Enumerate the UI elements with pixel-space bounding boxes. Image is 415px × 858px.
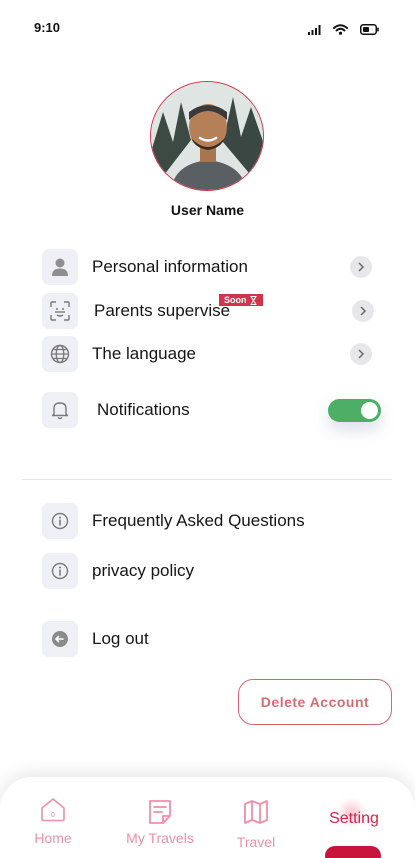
status-icons <box>308 24 379 35</box>
soon-badge: Soon <box>219 294 263 306</box>
menu-item-personal-information[interactable]: Personal information <box>42 249 378 285</box>
avatar[interactable] <box>150 81 264 191</box>
chevron-right-icon <box>350 343 372 365</box>
menu-item-parents-supervise[interactable]: Parents supervise <box>42 293 378 329</box>
user-icon-box <box>42 249 78 285</box>
chevron-right-icon <box>350 256 372 278</box>
face-scan-icon-box <box>42 293 78 329</box>
logout-icon <box>52 631 68 647</box>
user-icon <box>52 258 68 276</box>
soon-badge-label: Soon <box>224 295 247 305</box>
menu-item-faq[interactable]: Frequently Asked Questions <box>42 503 378 539</box>
info-icon-box <box>42 553 78 589</box>
notifications-toggle[interactable] <box>328 399 381 422</box>
divider <box>22 479 392 480</box>
status-bar: 9:10 <box>0 0 415 50</box>
nav-item-home[interactable]: 0 Home <box>31 797 75 846</box>
toggle-knob <box>361 402 378 419</box>
wifi-icon <box>333 24 348 35</box>
map-icon <box>244 800 268 824</box>
status-time: 9:10 <box>34 20 61 35</box>
menu-item-log-out[interactable]: Log out <box>42 621 378 657</box>
active-tab-indicator <box>325 846 381 858</box>
nav-label-home: Home <box>34 830 72 846</box>
delete-account-button[interactable]: Delete Account <box>238 679 392 725</box>
svg-text:0: 0 <box>51 812 55 819</box>
privacy-policy-label: privacy policy <box>92 561 195 580</box>
menu-item-language[interactable]: The language <box>42 336 378 372</box>
menu-item-privacy-policy[interactable]: privacy policy <box>42 553 378 589</box>
nav-label-travel: Travel <box>236 834 276 850</box>
notifications-label: Notifications <box>97 400 190 419</box>
battery-icon <box>360 24 379 35</box>
signal-icon <box>308 24 321 35</box>
language-label: The language <box>92 344 196 363</box>
info-icon <box>51 562 69 580</box>
document-icon <box>149 800 171 824</box>
personal-information-label: Personal information <box>92 257 248 276</box>
chevron-right-icon <box>352 300 374 322</box>
hourglass-icon <box>250 295 256 305</box>
parents-supervise-label: Parents supervise <box>94 301 231 320</box>
user-name: User Name <box>170 202 245 218</box>
bell-icon-box <box>42 392 78 428</box>
faq-label: Frequently Asked Questions <box>92 511 305 530</box>
nav-item-setting[interactable]: Setting <box>322 810 386 828</box>
globe-icon-box <box>42 336 78 372</box>
info-icon <box>51 512 69 530</box>
profile-photo <box>151 82 263 190</box>
nav-label-my-travels: My Travels <box>126 830 194 846</box>
info-icon-box <box>42 503 78 539</box>
nav-label-setting: Setting <box>329 810 379 827</box>
face-scan-icon <box>50 301 70 321</box>
nav-item-travel[interactable]: Travel <box>234 799 278 850</box>
bell-icon <box>51 402 69 420</box>
nav-item-my-travels[interactable]: My Travels <box>120 799 200 846</box>
home-icon: 0 <box>41 798 65 822</box>
log-out-label: Log out <box>92 629 149 648</box>
logout-icon-box <box>42 621 78 657</box>
globe-icon <box>50 344 70 364</box>
